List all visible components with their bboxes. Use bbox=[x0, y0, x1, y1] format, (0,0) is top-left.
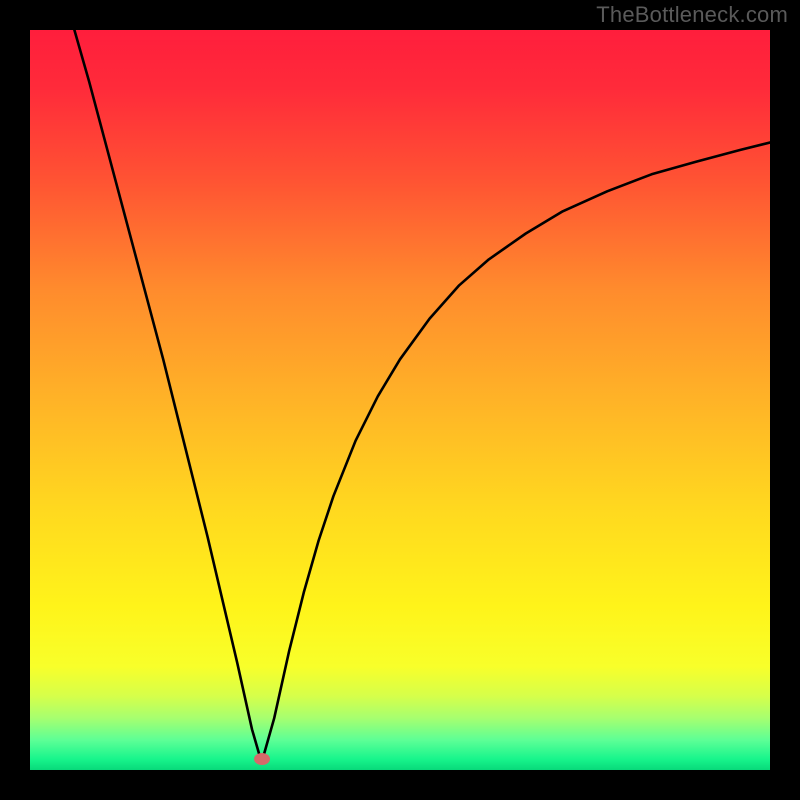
plot-area bbox=[30, 30, 770, 770]
bottleneck-curve bbox=[30, 30, 770, 770]
watermark-text: TheBottleneck.com bbox=[596, 2, 788, 28]
minimum-marker bbox=[254, 753, 270, 765]
chart-frame: TheBottleneck.com bbox=[0, 0, 800, 800]
